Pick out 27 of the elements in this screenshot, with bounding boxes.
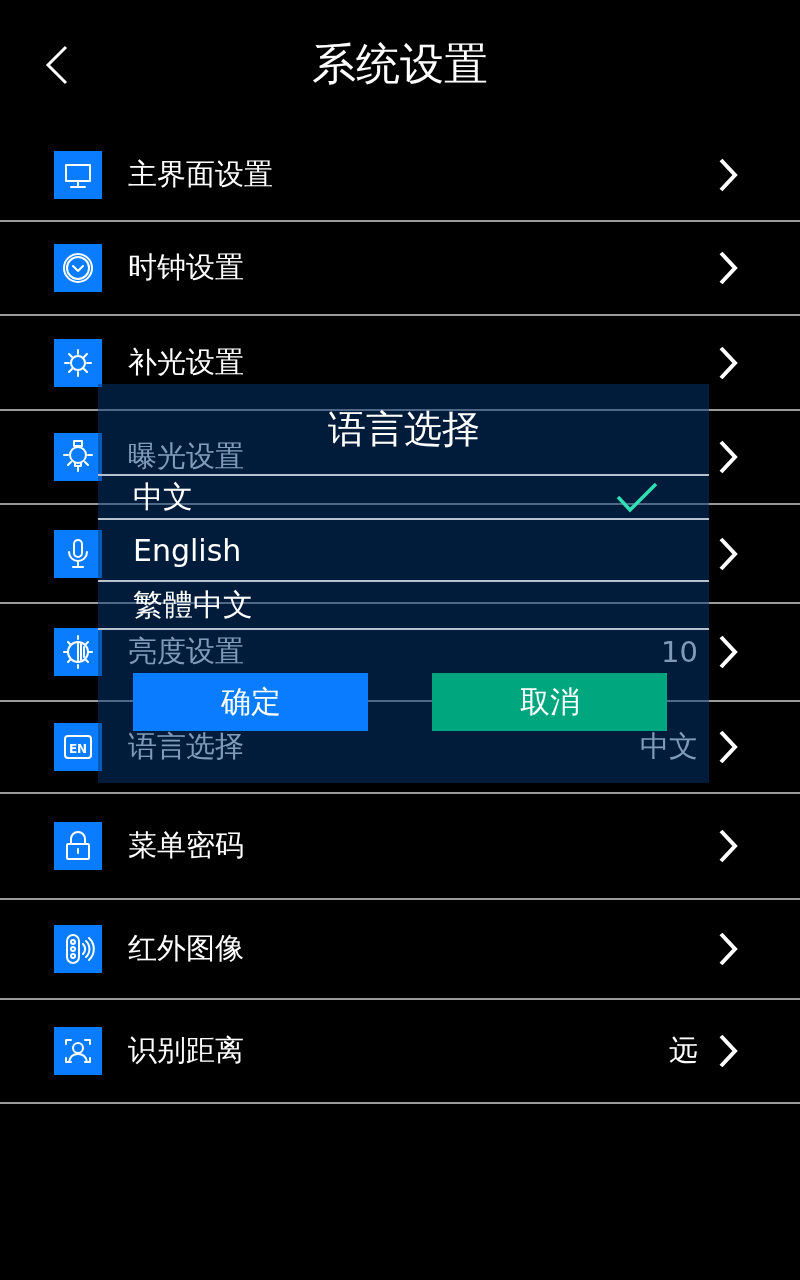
menu-label[interactable]: 红外图像 [128,929,718,969]
lock-icon [54,822,102,870]
language-option[interactable]: English [98,520,709,582]
menu-value: 远 [669,1032,698,1069]
sun-icon [54,338,102,387]
language-option[interactable]: 繁體中文 [98,582,709,630]
menu-label[interactable]: 识别距离 [128,1031,669,1071]
clock-icon [54,244,102,292]
back-icon[interactable] [44,44,70,86]
monitor-icon [54,151,102,199]
page-title: 系统设置 [312,36,488,91]
confirm-button[interactable]: 确定 [133,673,368,731]
microphone-icon [54,529,102,578]
menu-label[interactable]: 补光设置 [128,342,718,383]
check-icon [615,481,659,513]
brightness-icon [54,628,102,676]
light-bulb-icon [54,433,102,481]
infrared-icon [54,925,102,973]
menu-label[interactable]: 时钟设置 [128,248,718,288]
menu-value: 10 [661,635,698,669]
menu-label[interactable]: 主界面设置 [128,155,718,195]
menu-value: 中文 [640,728,698,765]
language-option[interactable]: 中文 [98,476,709,520]
menu-label[interactable]: 菜单密码 [128,826,718,866]
en-icon: EN [54,723,102,771]
menu-label[interactable]: 亮度设置 [128,632,662,672]
face-scan-icon [54,1027,102,1075]
